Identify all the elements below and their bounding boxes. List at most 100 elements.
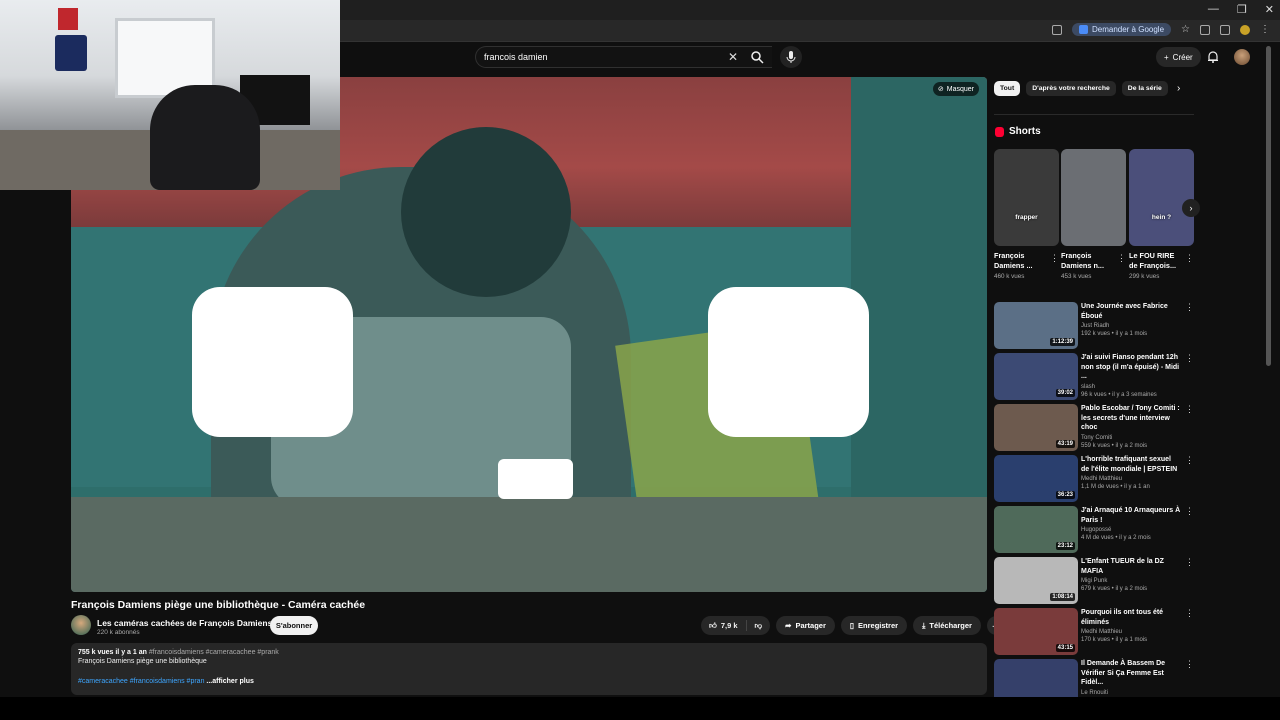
end-screen-subscribe-element[interactable]: [498, 459, 573, 499]
like-count: 7,9 k: [720, 621, 738, 630]
recommended-video[interactable]: 43:15 Pourquoi ils ont tous été éliminés M…: [994, 608, 1194, 656]
shorts-heading: Shorts: [995, 126, 1041, 137]
show-more-link[interactable]: ...afficher plus: [206, 678, 253, 685]
recommended-channel[interactable]: Just Riadh: [1081, 323, 1181, 329]
ask-google-button[interactable]: Demander à Google: [1071, 23, 1172, 36]
short-menu-icon[interactable]: ⋮: [1050, 253, 1059, 264]
recommended-meta: 170 k vues • il y a 1 mois: [1081, 637, 1148, 643]
recommended-thumbnail[interactable]: 43:15: [994, 608, 1078, 655]
recommended-thumbnail[interactable]: 1:08:14: [994, 557, 1078, 604]
create-button[interactable]: + Créer: [1156, 47, 1201, 67]
browser-menu-icon[interactable]: ⋮: [1260, 24, 1270, 35]
recommended-channel[interactable]: Migi Punk: [1081, 578, 1181, 584]
close-window-button[interactable]: ✕: [1265, 3, 1274, 16]
channel-avatar[interactable]: [71, 615, 91, 635]
short-title[interactable]: François Damiens ...: [994, 251, 1046, 271]
video-menu-icon[interactable]: ⋮: [1185, 353, 1194, 364]
subscribe-button[interactable]: S'abonner: [270, 616, 318, 635]
profile-icon[interactable]: [1240, 24, 1250, 35]
end-screen-video-card[interactable]: [192, 287, 353, 437]
share-button[interactable]: ➦ Partager: [776, 616, 835, 635]
recommended-channel[interactable]: Medhi Matthieu: [1081, 629, 1181, 635]
recommended-thumbnail[interactable]: 39:02: [994, 353, 1078, 400]
channel-name-text[interactable]: Les caméras cachées de François Damiens: [97, 618, 272, 628]
recommended-info: J'ai suivi Fianso pendant 12h non stop (…: [1081, 353, 1181, 398]
search-input[interactable]: francois damien ✕: [475, 46, 772, 68]
video-menu-icon[interactable]: ⋮: [1185, 659, 1194, 670]
recommended-channel[interactable]: Medhi Matthieu: [1081, 476, 1181, 482]
cast-icon[interactable]: [1051, 24, 1062, 35]
dislike-button[interactable]: 👎︎: [747, 616, 771, 635]
recommended-video[interactable]: 36:23 L'horrible trafiquant sexuel de l'é…: [994, 455, 1194, 503]
search-icon[interactable]: [750, 50, 764, 64]
recommended-title[interactable]: J'ai Arnaqué 10 Arnaqueurs À Paris !: [1081, 506, 1181, 525]
account-avatar[interactable]: [1234, 49, 1250, 65]
video-menu-icon[interactable]: ⋮: [1185, 455, 1194, 466]
video-menu-icon[interactable]: ⋮: [1185, 506, 1194, 517]
minimize-button[interactable]: —: [1208, 3, 1219, 16]
short-card[interactable]: François Damiens n... 453 k vues ⋮: [1061, 149, 1126, 280]
recommended-thumbnail[interactable]: 23:12: [994, 506, 1078, 553]
recommended-title[interactable]: Pablo Escobar / Tony Comiti : les secret…: [1081, 404, 1181, 433]
like-button[interactable]: 👍︎ 7,9 k: [701, 616, 746, 635]
recommended-thumbnail[interactable]: 36:23: [994, 455, 1078, 502]
chip-from-search[interactable]: D'après votre recherche: [1026, 81, 1116, 96]
extensions-icon[interactable]: [1200, 24, 1210, 35]
channel-name[interactable]: Les caméras cachées de François Damiens: [97, 618, 282, 628]
recommended-title[interactable]: Pourquoi ils ont tous été éliminés: [1081, 608, 1181, 627]
recommended-title[interactable]: L'horrible trafiquant sexuel de l'élite …: [1081, 455, 1181, 474]
save-button[interactable]: ▯ Enregistrer: [840, 616, 908, 635]
short-title[interactable]: François Damiens n...: [1061, 251, 1113, 271]
video-menu-icon[interactable]: ⋮: [1185, 404, 1194, 415]
shorts-next-chevron-icon[interactable]: ›: [1182, 199, 1200, 217]
end-screen-shorts-card[interactable]: [708, 287, 869, 437]
clear-search-icon[interactable]: ✕: [728, 50, 738, 64]
bookmark-star-icon[interactable]: ☆: [1181, 24, 1190, 35]
section-divider: [994, 114, 1194, 115]
description-hashtags[interactable]: #francoisdamiens #cameracachee #prank: [149, 649, 279, 656]
description-hashtags-2[interactable]: #cameracachee #francoisdamiens #pran: [78, 678, 204, 685]
video-menu-icon[interactable]: ⋮: [1185, 302, 1194, 313]
webcam-poster-blue: [55, 35, 87, 71]
recommended-title[interactable]: Une Journée avec Fabrice Éboué: [1081, 302, 1181, 321]
recommended-video[interactable]: 43:19 Pablo Escobar / Tony Comiti : les s…: [994, 404, 1194, 452]
short-menu-icon[interactable]: ⋮: [1117, 253, 1126, 264]
side-panel-icon[interactable]: [1220, 24, 1230, 35]
notifications-bell-icon[interactable]: [1206, 50, 1220, 64]
video-menu-icon[interactable]: ⋮: [1185, 557, 1194, 568]
recommended-video[interactable]: 1:08:14 L'Enfant TUEUR de la DZ MAFIA Migi…: [994, 557, 1194, 605]
short-thumbnail[interactable]: [1061, 149, 1126, 246]
chip-all[interactable]: Tout: [994, 81, 1021, 96]
video-frame-head: [401, 127, 571, 297]
short-thumbnail[interactable]: frapper: [994, 149, 1059, 246]
recommended-meta: 96 k vues • il y a 3 semaines: [1081, 391, 1157, 398]
recommended-thumbnail[interactable]: 43:19: [994, 404, 1078, 451]
page-scrollbar[interactable]: [1266, 46, 1271, 366]
chips-next-chevron-icon[interactable]: ›: [1177, 83, 1180, 94]
recommended-channel[interactable]: slash: [1081, 384, 1181, 390]
recommended-channel[interactable]: Le Rnouiti: [1081, 690, 1181, 696]
short-title[interactable]: Le FOU RIRE de François...: [1129, 251, 1181, 271]
recommended-channel[interactable]: Hugopossé: [1081, 527, 1181, 533]
recommended-title[interactable]: J'ai suivi Fianso pendant 12h non stop (…: [1081, 353, 1181, 382]
recommended-thumbnail[interactable]: 1:12:39: [994, 302, 1078, 349]
recommended-title[interactable]: Il Demande À Bassem De Vérifier Si Ça Fe…: [1081, 659, 1181, 688]
short-card[interactable]: frapper François Damiens ... 460 k vues ⋮: [994, 149, 1059, 280]
restore-button[interactable]: ❐: [1237, 3, 1247, 16]
description-box[interactable]: 755 k vues il y a 1 an #francoisdamiens …: [71, 643, 987, 695]
recommended-video[interactable]: 23:12 J'ai Arnaqué 10 Arnaqueurs À Paris …: [994, 506, 1194, 554]
recommended-channel[interactable]: Tony Comiti: [1081, 435, 1181, 441]
search-query[interactable]: francois damien: [484, 52, 548, 62]
recommended-info: Une Journée avec Fabrice Éboué Just Riadh…: [1081, 302, 1181, 337]
video-menu-icon[interactable]: ⋮: [1185, 608, 1194, 619]
short-thumbnail[interactable]: hein ?: [1129, 149, 1194, 246]
video-duration: 43:19: [1055, 440, 1075, 448]
voice-search-button[interactable]: [780, 46, 802, 68]
recommended-video[interactable]: 1:12:39 Une Journée avec Fabrice Éboué Jus…: [994, 302, 1194, 350]
download-button[interactable]: ⤓ Télécharger: [913, 616, 981, 635]
hide-end-screen-button[interactable]: ⊘ Masquer: [932, 82, 979, 96]
short-menu-icon[interactable]: ⋮: [1185, 253, 1194, 264]
recommended-title[interactable]: L'Enfant TUEUR de la DZ MAFIA: [1081, 557, 1181, 576]
recommended-video[interactable]: 39:02 J'ai suivi Fianso pendant 12h non s…: [994, 353, 1194, 401]
chip-from-series[interactable]: De la série: [1121, 81, 1168, 96]
